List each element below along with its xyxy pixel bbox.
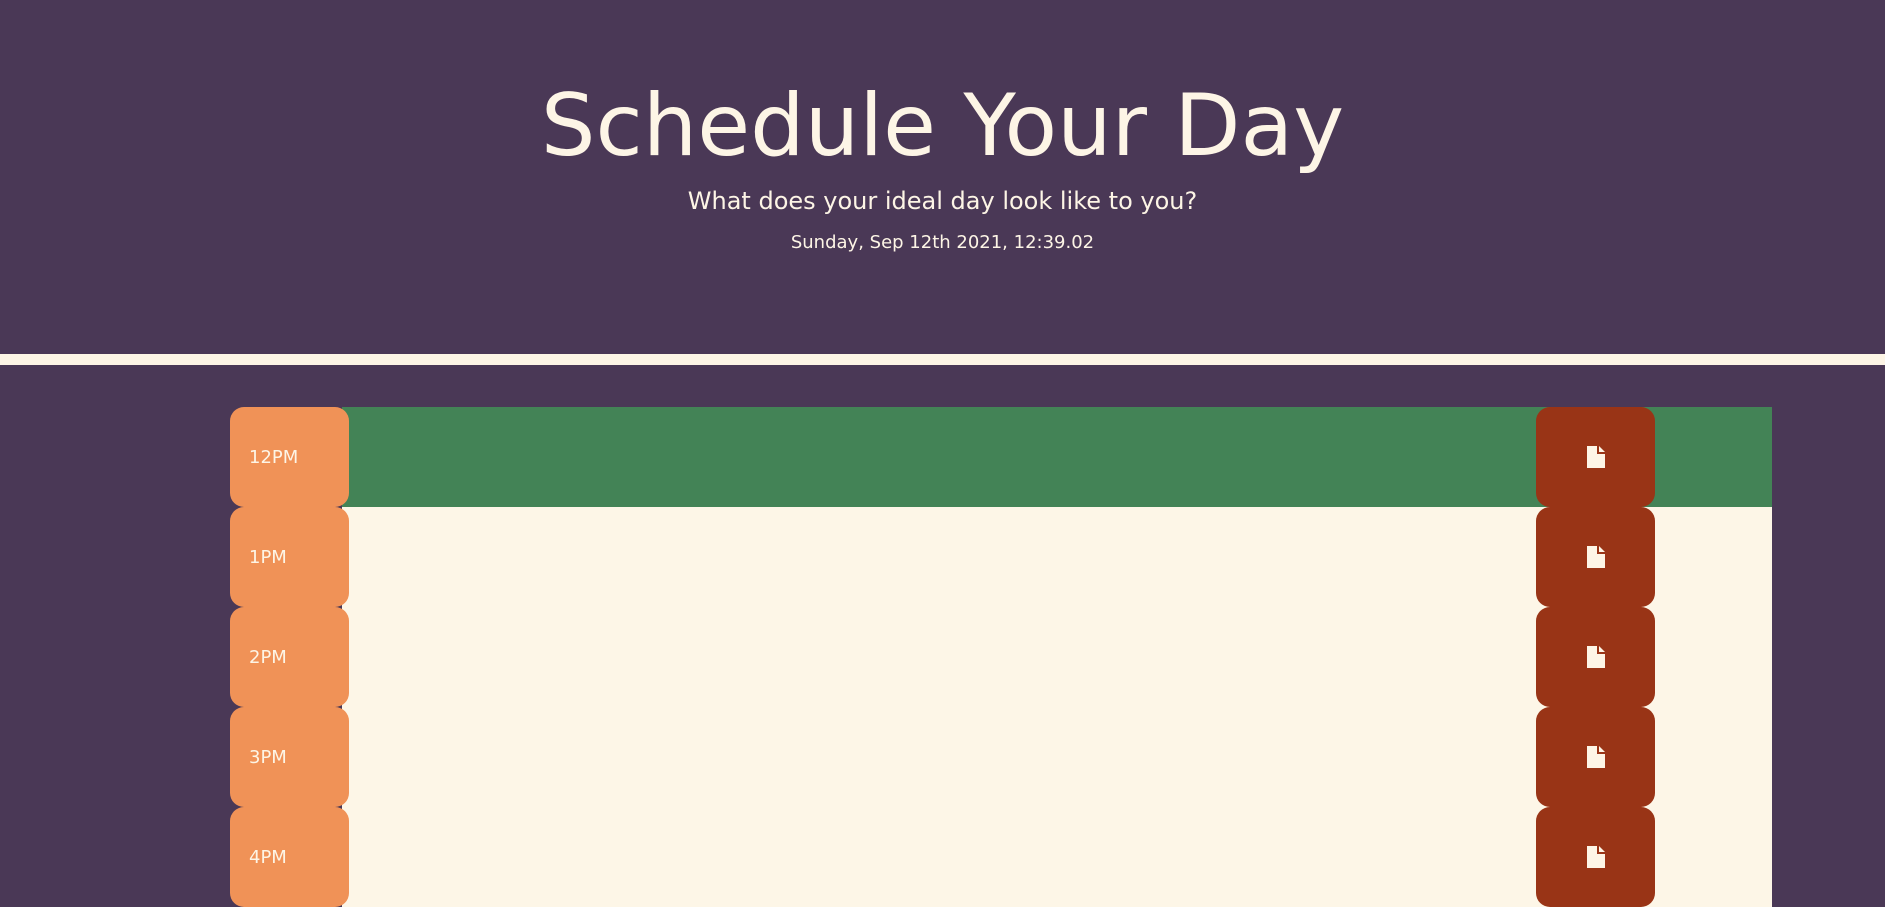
page-subtitle: What does your ideal day look like to yo… <box>687 187 1198 215</box>
time-block-row: 2PM <box>230 607 1772 707</box>
time-block-list: 12PM 1PM 2PM 3PM 4PM <box>230 407 1772 907</box>
save-button[interactable] <box>1536 807 1655 907</box>
save-button[interactable] <box>1536 407 1655 507</box>
page-header: Schedule Your Day What does your ideal d… <box>0 0 1885 354</box>
file-icon <box>1586 446 1605 468</box>
hour-label: 3PM <box>230 707 349 807</box>
time-block-row: 4PM <box>230 807 1772 907</box>
current-date: Sunday, Sep 12th 2021, 12:39.02 <box>790 232 1095 253</box>
page-title: Schedule Your Day <box>540 76 1345 176</box>
time-block-row: 3PM <box>230 707 1772 807</box>
file-icon <box>1586 846 1605 868</box>
save-button[interactable] <box>1536 607 1655 707</box>
save-button[interactable] <box>1536 707 1655 807</box>
time-block-row: 12PM <box>230 407 1772 507</box>
save-button[interactable] <box>1536 507 1655 607</box>
hour-label: 1PM <box>230 507 349 607</box>
hour-label: 2PM <box>230 607 349 707</box>
time-block-row: 1PM <box>230 507 1772 607</box>
file-icon <box>1586 646 1605 668</box>
hour-label: 4PM <box>230 807 349 907</box>
file-icon <box>1586 746 1605 768</box>
file-icon <box>1586 546 1605 568</box>
header-divider <box>0 354 1885 365</box>
hour-label: 12PM <box>230 407 349 507</box>
